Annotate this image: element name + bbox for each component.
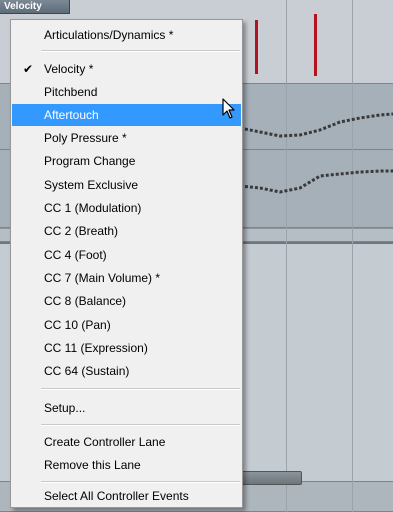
menu-item-cc4[interactable]: CC 4 (Foot) [12,244,241,266]
velocity-bar[interactable] [255,20,258,74]
menu-item-aftertouch[interactable]: Aftertouch [12,104,241,126]
menu-item-setup[interactable]: Setup... [12,397,241,419]
menu-item-cc8[interactable]: CC 8 (Balance) [12,290,241,312]
menu-item-pitchbend[interactable]: Pitchbend [12,81,241,103]
horizontal-scrollbar-thumb[interactable] [240,471,302,485]
grid-line [352,0,353,512]
menu-separator [41,388,240,390]
menu-item-cc2[interactable]: CC 2 (Breath) [12,220,241,242]
mouse-pointer-icon [222,98,235,119]
menu-item-cc11[interactable]: CC 11 (Expression) [12,337,241,359]
menu-item-articulations-dynamics[interactable]: Articulations/Dynamics * [12,24,241,46]
menu-item-create-controller-lane[interactable]: Create Controller Lane [12,431,241,453]
menu-item-system-exclusive[interactable]: System Exclusive [12,174,241,196]
velocity-bar[interactable] [314,14,317,76]
lane-tab-velocity[interactable]: Velocity [0,0,70,14]
menu-item-label: Velocity * [44,62,94,76]
menu-item-poly-pressure[interactable]: Poly Pressure * [12,127,241,149]
grid-line [286,0,287,512]
controller-lane-menu: Articulations/Dynamics * ✔ Velocity * Pi… [10,19,243,508]
menu-item-cc7[interactable]: CC 7 (Main Volume) * [12,267,241,289]
menu-item-cc64[interactable]: CC 64 (Sustain) [12,360,241,382]
menu-item-select-all-controller-events[interactable]: Select All Controller Events [12,485,241,507]
menu-item-cc1[interactable]: CC 1 (Modulation) [12,197,241,219]
menu-item-cc10[interactable]: CC 10 (Pan) [12,314,241,336]
menu-item-remove-this-lane[interactable]: Remove this Lane [12,454,241,476]
menu-separator [41,481,240,483]
menu-separator [41,424,240,426]
menu-item-velocity[interactable]: ✔ Velocity * [12,58,241,80]
aftertouch-curve[interactable] [240,100,393,140]
checkmark-icon: ✔ [23,62,34,76]
menu-separator [41,50,240,52]
menu-item-program-change[interactable]: Program Change [12,150,241,172]
pitchbend-curve[interactable] [240,168,393,204]
